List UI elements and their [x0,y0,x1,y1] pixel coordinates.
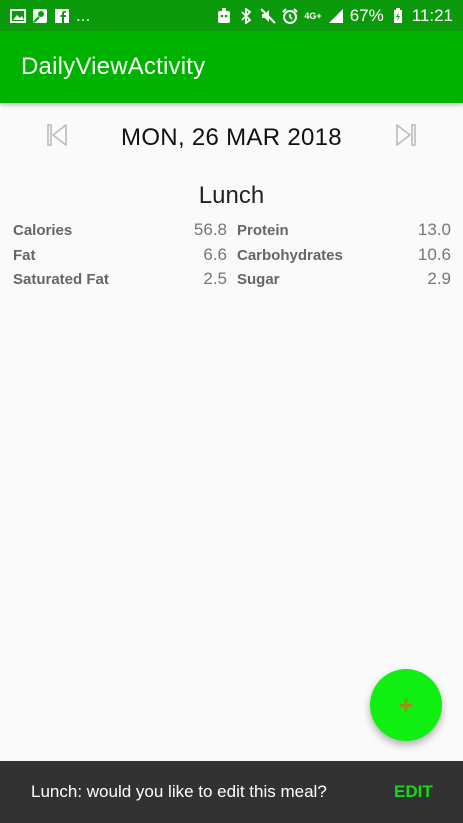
nutrition-value: 56.8 [193,220,227,239]
nutrition-row-sugar: Sugar 2.9 [237,269,451,294]
overflow-indicator: ... [76,5,91,25]
image-icon [10,8,26,24]
status-bar-notifications: ... [10,6,90,26]
nutrition-value: 13.0 [417,220,451,239]
nutrition-label: Calories [13,222,73,239]
clock: 11:21 [411,5,453,25]
nutrition-row-fat: Fat 6.6 [13,245,227,270]
nutrition-value: 2.5 [203,269,227,288]
nutrition-row-calories: Calories 56.8 [13,220,227,245]
facebook-icon [54,8,70,24]
nutrition-label: Fat [13,246,36,264]
nutrition-right-column: Protein 13.0 Carbohydrates 10.6 Sugar 2.… [237,220,451,295]
nutrition-row-saturated-fat: Saturated Fat 2.5 [13,269,227,294]
nutrition-value: 2.9 [427,269,451,288]
bluetooth-icon [238,7,254,24]
meal-title: Lunch [198,182,265,209]
nutrition-label: Carbohydrates [237,246,343,264]
robot-icon [216,7,232,24]
nutrition-row-protein: Protein 13.0 [237,220,451,245]
nutrition-label: Saturated Fat [13,271,109,288]
nutrition-value: 6.6 [203,244,227,264]
app-bar-title: DailyViewActivity [21,53,206,80]
maps-icon [32,8,48,24]
plus-icon: + [398,689,414,720]
snackbar-message: Lunch: would you like to edit this meal? [31,782,327,801]
nutrition-left-column: Calories 56.8 Fat 6.6 Saturated Fat 2.5 [13,220,227,295]
battery-charging-icon [390,7,406,24]
signal-icon [328,8,344,24]
nutrition-row-carbohydrates: Carbohydrates 10.6 [237,245,451,270]
snackbar-edit-button[interactable]: EDIT [394,782,433,802]
nutrition-value: 10.6 [417,244,451,264]
nutrition-label: Protein [237,222,289,239]
network-type-label: 4G+ [304,10,322,21]
alarm-icon [282,7,299,24]
battery-percent: 67% [349,5,384,25]
snackbar: Lunch: would you like to edit this meal?… [0,761,463,823]
nutrition-label: Sugar [237,271,280,288]
next-day-button[interactable] [393,123,419,152]
app-bar: DailyViewActivity [0,31,463,103]
date-navigation: MON, 26 MAR 2018 [0,118,463,158]
mute-icon [260,7,277,24]
status-bar: ... 4G+ 67% 11:21 [0,0,463,31]
skip-next-icon [395,123,417,152]
add-food-fab[interactable]: + [370,669,442,741]
status-bar-system: 4G+ 67% 11:21 [216,6,453,26]
